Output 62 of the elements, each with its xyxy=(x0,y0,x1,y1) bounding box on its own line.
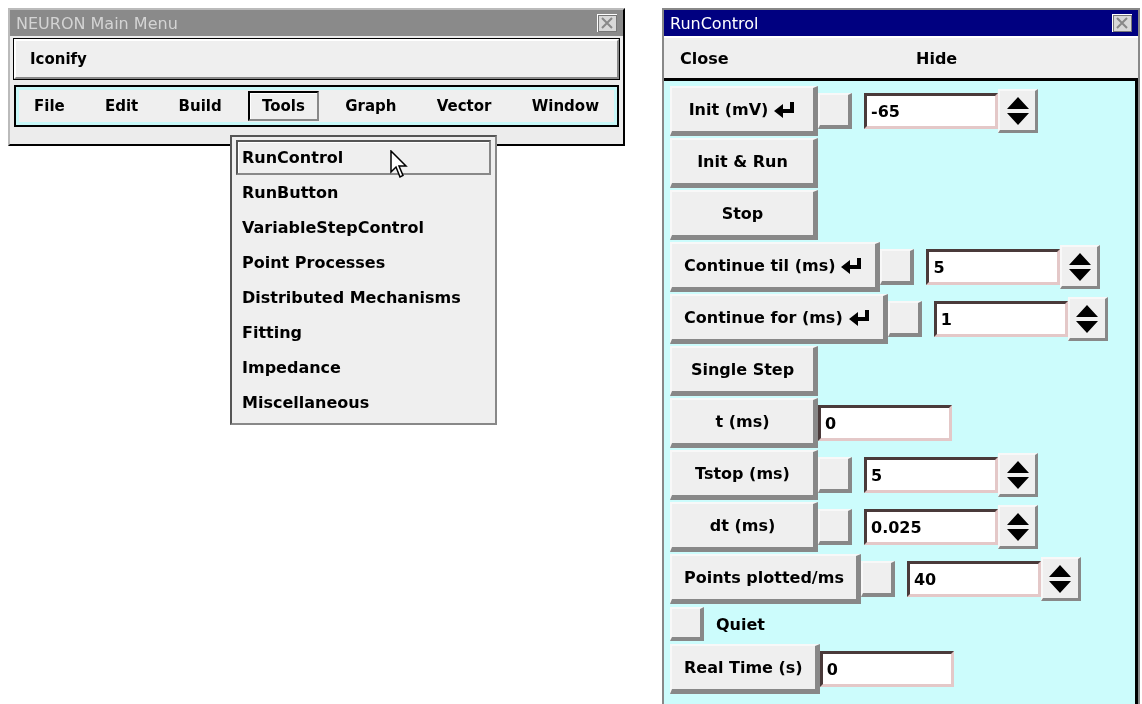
input-field[interactable]: 1 xyxy=(933,301,1068,337)
iconify-button[interactable]: Iconify xyxy=(14,39,619,79)
up-down-arrows-icon xyxy=(1005,511,1030,542)
up-down-arrows-icon xyxy=(1005,459,1030,490)
spinner-button[interactable] xyxy=(1067,297,1108,341)
menu-item[interactable]: Vector xyxy=(422,91,506,121)
control-button[interactable]: Points plotted/ms xyxy=(670,554,861,604)
checkbox[interactable] xyxy=(887,301,922,337)
dropdown-item[interactable]: VariableStepControl xyxy=(236,210,491,245)
dropdown-item[interactable]: RunButton xyxy=(236,175,491,210)
input-field[interactable]: 0 xyxy=(819,651,954,687)
up-down-arrows-icon xyxy=(1005,95,1030,126)
menu-item[interactable]: Tools xyxy=(248,91,319,121)
checkbox[interactable] xyxy=(818,457,852,493)
menu-item[interactable]: Window xyxy=(517,91,613,121)
input-field[interactable]: 5 xyxy=(864,457,998,493)
window-title: NEURON Main Menu xyxy=(16,13,178,33)
window-title: RunControl xyxy=(670,13,759,33)
control-button[interactable]: Init (mV) xyxy=(670,86,818,136)
checkbox[interactable] xyxy=(670,607,704,641)
close-icon[interactable] xyxy=(1112,14,1132,32)
up-down-arrows-icon xyxy=(1067,251,1092,282)
menu-item[interactable]: Edit xyxy=(91,91,153,121)
dropdown-item[interactable]: RunControl xyxy=(236,140,491,175)
spinner-button[interactable] xyxy=(998,453,1038,497)
control-button[interactable]: t (ms) xyxy=(670,398,818,448)
control-button[interactable]: Single Step xyxy=(670,346,818,396)
control-button[interactable]: Stop xyxy=(670,190,818,240)
spinner-button[interactable] xyxy=(1040,557,1081,601)
close-icon[interactable] xyxy=(597,14,617,32)
input-field[interactable]: 5 xyxy=(926,249,1061,285)
control-button[interactable]: Tstop (ms) xyxy=(670,450,818,500)
spinner-button[interactable] xyxy=(1060,245,1101,289)
header-button[interactable]: Close xyxy=(664,38,902,78)
dropdown-item[interactable]: Distributed Mechanisms xyxy=(236,280,491,315)
dropdown-item[interactable]: Impedance xyxy=(236,350,491,385)
control-button[interactable]: dt (ms) xyxy=(670,502,818,552)
dropdown-item[interactable]: Miscellaneous xyxy=(236,385,491,420)
up-down-arrows-icon xyxy=(1075,303,1100,334)
dropdown-item[interactable]: Point Processes xyxy=(236,245,491,280)
dropdown-item[interactable]: Fitting xyxy=(236,315,491,350)
input-field[interactable]: 40 xyxy=(906,561,1041,597)
spinner-button[interactable] xyxy=(998,505,1038,549)
menu-item[interactable]: File xyxy=(20,91,79,121)
mouse-cursor-icon xyxy=(390,150,410,180)
checkbox[interactable] xyxy=(860,561,895,597)
spinner-button[interactable] xyxy=(998,89,1038,133)
up-down-arrows-icon xyxy=(1048,563,1073,594)
control-button[interactable]: Init & Run xyxy=(670,138,818,188)
input-field[interactable]: 0 xyxy=(818,405,952,441)
control-button[interactable]: Continue til (ms) xyxy=(670,242,881,292)
checkbox-label: Quiet xyxy=(716,614,765,634)
menu-item[interactable]: Graph xyxy=(331,91,411,121)
checkbox[interactable] xyxy=(880,249,915,285)
checkbox[interactable] xyxy=(818,93,852,129)
header-button[interactable]: Hide xyxy=(902,38,1138,78)
menu-item[interactable]: Build xyxy=(164,91,236,121)
checkbox[interactable] xyxy=(818,509,852,545)
input-field[interactable]: -65 xyxy=(864,93,998,129)
control-button[interactable]: Continue for (ms) xyxy=(670,294,888,344)
input-field[interactable]: 0.025 xyxy=(864,509,998,545)
control-button[interactable]: Real Time (s) xyxy=(670,644,820,694)
